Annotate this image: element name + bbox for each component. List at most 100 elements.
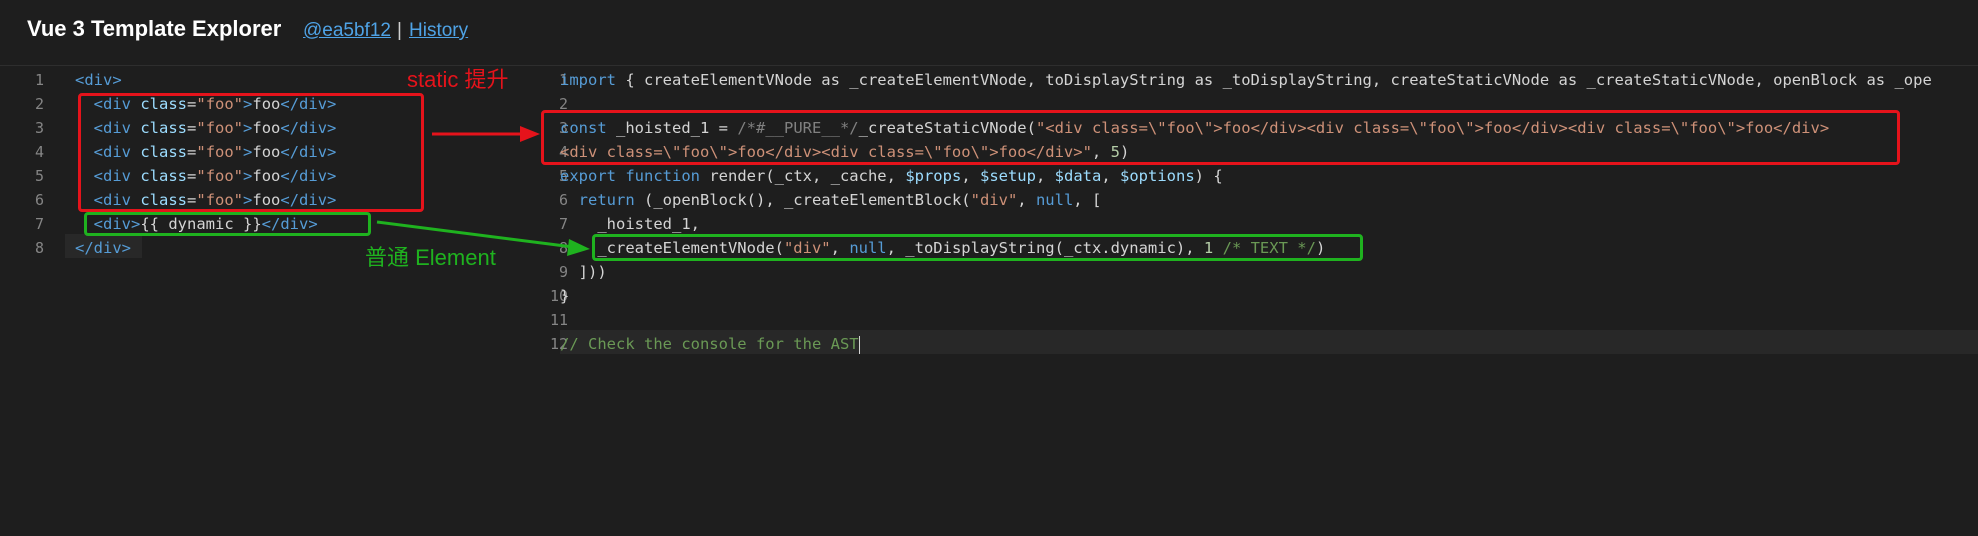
code-token: } — [560, 287, 570, 305]
code-line: </div> — [75, 236, 131, 260]
line-number: 4 — [34, 143, 44, 161]
code-token: class — [140, 167, 188, 185]
code-token: "<div class=\"foo\">foo</div><div class=… — [1035, 119, 1830, 137]
code-line: <div class="foo">foo</div> — [75, 164, 337, 188]
code-token: $setup — [979, 167, 1036, 185]
line-number: 3 — [34, 119, 44, 137]
code-token: 5 — [1110, 143, 1120, 161]
line-number: 5 — [34, 167, 44, 185]
code-line: <div class="foo">foo</div> — [75, 188, 337, 212]
code-token: ) — [1315, 239, 1326, 257]
history-link[interactable]: History — [409, 20, 468, 42]
code-token: </div> — [280, 167, 337, 185]
code-line: // Check the console for the AST — [560, 332, 860, 356]
code-token: /*#__PURE__*/ — [737, 119, 859, 137]
code-token: /* TEXT */ — [1222, 239, 1316, 257]
code-token: render(_ctx, _cache, — [700, 167, 906, 185]
code-token: _hoisted_1 = — [606, 119, 738, 137]
code-token: </div> — [280, 191, 337, 209]
code-line: return (_openBlock(), _createElementBloc… — [560, 188, 1102, 212]
code-line: <div class="foo">foo</div> — [75, 92, 337, 116]
line-number: 2 — [558, 95, 568, 113]
code-token: , — [1101, 167, 1120, 185]
code-token: </div> — [75, 239, 131, 257]
code-line: ])) — [560, 260, 607, 284]
code-token: , — [830, 239, 850, 257]
code-token: "div" — [783, 239, 831, 257]
code-line: <div> — [75, 68, 122, 92]
code-token: </div> — [280, 119, 337, 137]
code-token: { createElementVNode as _createElementVN… — [616, 71, 1932, 89]
code-token: , — [1035, 167, 1055, 185]
code-token: $props — [905, 167, 962, 185]
code-token: export — [560, 167, 616, 185]
code-token: <div — [93, 119, 141, 137]
code-token: foo — [252, 191, 281, 209]
code-line: } — [560, 284, 569, 308]
text-caret — [858, 335, 860, 354]
code-token: = — [187, 191, 197, 209]
code-token: </div> — [280, 143, 337, 161]
line-number: 6 — [34, 191, 44, 209]
commit-link[interactable]: @ea5bf12 — [303, 20, 391, 42]
code-token: ])) — [560, 263, 607, 281]
template-editor[interactable]: 1 2 3 4 5 6 7 8 <div> <div class="foo">foo</div>… — [0, 66, 530, 536]
code-token: <div> — [75, 71, 122, 89]
code-line: <div class=\"foo\">foo</div><div class=\… — [560, 140, 1129, 164]
code-token: return — [578, 191, 635, 209]
code-token: const — [560, 119, 607, 137]
output-editor[interactable]: 1 2 3 4 5 6 7 8 9 10 11 12 import { createElementVNo… — [500, 66, 1978, 536]
code-line: <div>{{ dynamic }}</div> — [75, 212, 318, 236]
code-token: _hoisted_1, — [560, 215, 700, 233]
code-token: </div> — [280, 95, 337, 113]
line-number: 1 — [34, 71, 44, 89]
code-token: null — [1035, 191, 1074, 209]
code-token: _createElementVNode( — [560, 239, 784, 257]
line-number: 2 — [34, 95, 44, 113]
code-token: foo — [252, 143, 281, 161]
code-token: {{ dynamic }} — [140, 215, 262, 233]
code-token: "foo" — [196, 167, 244, 185]
code-token: class — [140, 95, 188, 113]
code-line: _createElementVNode("div", null, _toDisp… — [560, 236, 1325, 260]
code-line: export function render(_ctx, _cache, $pr… — [560, 164, 1223, 188]
code-token: > — [243, 143, 253, 161]
code-token: </div> — [261, 215, 318, 233]
code-token: foo — [252, 167, 281, 185]
line-number: 7 — [34, 215, 44, 233]
code-token: <div — [93, 95, 141, 113]
code-token: , — [1017, 191, 1036, 209]
code-token: _createStaticVNode( — [858, 119, 1036, 137]
code-token: <div — [93, 143, 141, 161]
code-token: class — [140, 191, 188, 209]
code-token: , [ — [1073, 191, 1102, 209]
header-separator: | — [397, 20, 402, 41]
code-token: ) { — [1194, 167, 1223, 185]
code-token: "div" — [970, 191, 1018, 209]
code-token: (_openBlock(), _createElementBlock( — [634, 191, 971, 209]
code-token: ) — [1119, 143, 1130, 161]
code-line: const _hoisted_1 = /*#__PURE__*/_createS… — [560, 116, 1829, 140]
code-token: // Check the console for the AST — [560, 335, 859, 353]
line-number: 8 — [34, 239, 44, 257]
code-token: > — [243, 95, 253, 113]
code-token: > — [243, 191, 253, 209]
app-title: Vue 3 Template Explorer — [27, 16, 282, 41]
code-token: "foo" — [196, 143, 244, 161]
code-token: <div> — [93, 215, 141, 233]
code-token: foo — [252, 95, 281, 113]
code-token: , — [1091, 143, 1111, 161]
code-token: , _toDisplayString(_ctx.dynamic), — [886, 239, 1204, 257]
code-token: = — [187, 167, 197, 185]
code-token: <div class=\"foo\">foo</div><div class=\… — [560, 143, 1092, 161]
line-number: 11 — [549, 311, 568, 329]
